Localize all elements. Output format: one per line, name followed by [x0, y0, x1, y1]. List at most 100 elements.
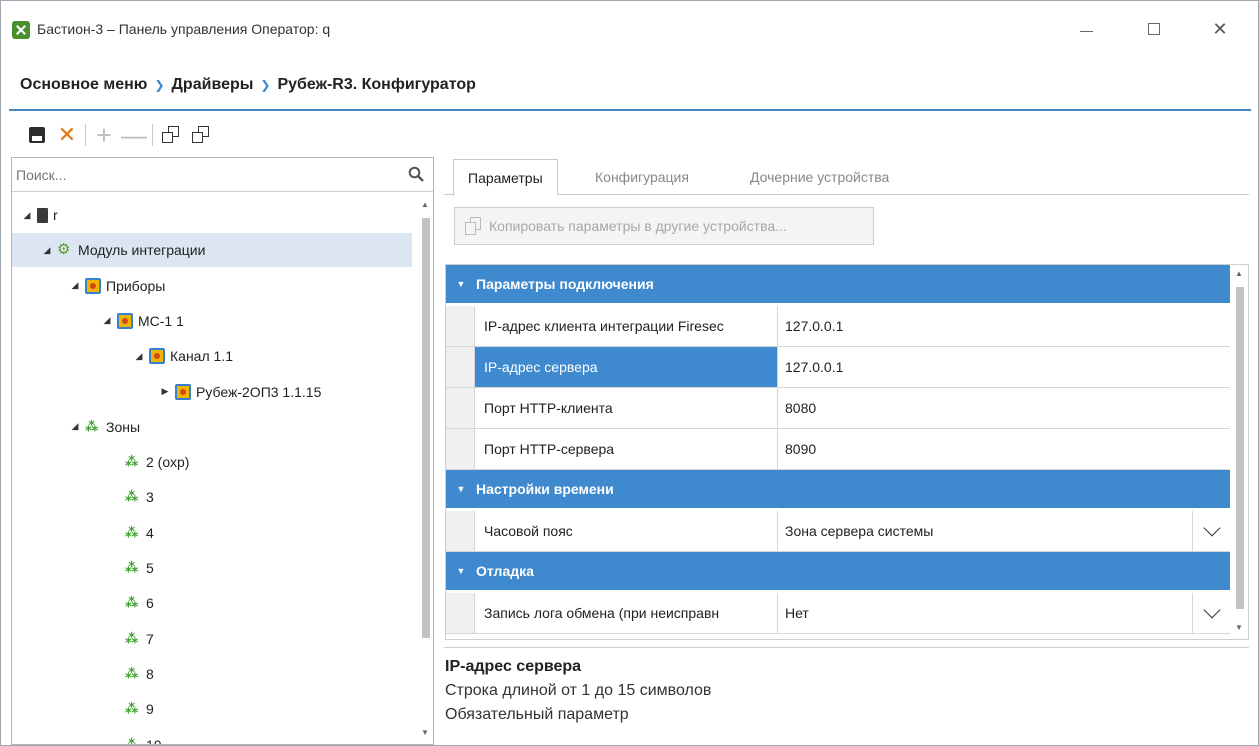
- toolbar-divider: [85, 124, 86, 146]
- minimize-button[interactable]: [1063, 13, 1109, 45]
- tab-configuration[interactable]: Конфигурация: [581, 159, 703, 195]
- search-input[interactable]: [16, 163, 396, 187]
- property-row[interactable]: IP-адрес сервера 127.0.0.1: [446, 347, 1230, 388]
- zone-icon: ⁂: [125, 630, 139, 646]
- minimize-icon: [1079, 30, 1093, 32]
- property-name[interactable]: Порт HTTP-сервера: [475, 429, 778, 469]
- minus-icon: —: [121, 120, 147, 150]
- tree-item[interactable]: ▶ Рубеж-2ОП3 1.1.15: [158, 375, 321, 409]
- tree-item-label: Модуль интеграции: [78, 242, 206, 259]
- property-value: Зона сервера системы: [785, 523, 934, 539]
- property-row[interactable]: Порт HTTP-клиента 8080: [446, 388, 1230, 429]
- tree-item[interactable]: ⁂ 10: [108, 728, 162, 745]
- add-button[interactable]: +: [92, 122, 116, 148]
- scroll-down-icon[interactable]: ▼: [421, 728, 429, 737]
- property-value-input[interactable]: 8080: [778, 388, 1230, 428]
- maximize-button[interactable]: [1131, 13, 1177, 45]
- tree-item-label: 10: [146, 737, 162, 745]
- app-icon: [12, 21, 30, 39]
- breadcrumb-item-drivers[interactable]: Драйверы: [172, 76, 254, 94]
- breadcrumb-item-configurator: Рубеж-R3. Конфигуратор: [277, 76, 476, 93]
- zone-icon: ⁂: [125, 736, 139, 745]
- expand-toggle-icon[interactable]: ◢: [68, 280, 82, 291]
- category-label: Настройки времени: [476, 481, 614, 497]
- copy-parameters-button[interactable]: Копировать параметры в другие устройства…: [454, 207, 874, 245]
- property-row[interactable]: Часовой пояс Зона сервера системы: [446, 511, 1230, 552]
- property-name[interactable]: IP-адрес сервера: [475, 347, 778, 387]
- tree-item-label: 8: [146, 665, 154, 682]
- expand-toggle-icon[interactable]: ◢: [40, 245, 54, 256]
- tree-item[interactable]: ◢ Приборы: [68, 269, 165, 303]
- tab-child-devices[interactable]: Дочерние устройства: [736, 159, 903, 195]
- scroll-down-icon[interactable]: ▼: [1235, 623, 1243, 632]
- tree-item[interactable]: ◢ МС-1 1: [100, 304, 184, 338]
- property-value-input[interactable]: 8090: [778, 429, 1230, 469]
- tree-item[interactable]: ◢ ⁂ Зоны: [68, 410, 141, 444]
- expand-toggle-icon[interactable]: ◢: [100, 315, 114, 326]
- search-icon[interactable]: [408, 166, 424, 182]
- expand-toggle-icon[interactable]: ◢: [132, 351, 146, 362]
- close-button[interactable]: ✕: [1197, 13, 1243, 45]
- device-tree-panel: ◢r◢⚙Модуль интеграции◢Приборы◢МС-1 1◢Кан…: [11, 157, 434, 745]
- property-row[interactable]: Запись лога обмена (при неисправн Нет: [446, 593, 1230, 634]
- duplicate-button[interactable]: [159, 123, 183, 147]
- tree-item-label: 2 (охр): [146, 454, 190, 471]
- tree-item[interactable]: ◢ Канал 1.1: [132, 339, 233, 373]
- grid-scroll-thumb[interactable]: [1236, 287, 1244, 609]
- title-bar[interactable]: Бастион-3 – Панель управления Оператор: …: [1, 1, 1258, 61]
- tree-item[interactable]: ⁂ 4: [108, 516, 154, 550]
- tree-item[interactable]: ◢ ⚙ Модуль интеграции: [12, 233, 412, 268]
- property-value-select[interactable]: Зона сервера системы: [778, 511, 1230, 551]
- tree-item[interactable]: ⁂ 2 (охр): [108, 445, 189, 479]
- collapse-arrow-icon[interactable]: ▼: [446, 484, 476, 494]
- tree-scroll-thumb[interactable]: [422, 218, 430, 638]
- scroll-up-icon[interactable]: ▲: [421, 200, 429, 209]
- property-category[interactable]: ▼ Отладка: [446, 552, 1230, 590]
- tree-item[interactable]: ◢ r: [20, 198, 58, 232]
- property-name[interactable]: Часовой пояс: [475, 511, 778, 551]
- toolbar: ✕ + —: [25, 120, 219, 150]
- collapse-arrow-icon[interactable]: ▼: [446, 279, 476, 289]
- property-name[interactable]: IP-адрес клиента интеграции Firesec: [475, 306, 778, 346]
- expand-toggle-icon[interactable]: ◢: [20, 210, 34, 221]
- property-grid: ▲ ▼ ▼ Параметры подключения IP-адрес клиен…: [445, 264, 1249, 640]
- tree-item[interactable]: ⁂ 8: [108, 657, 154, 691]
- dropdown-button[interactable]: [1192, 511, 1230, 551]
- property-row[interactable]: IP-адрес клиента интеграции Firesec 127.0…: [446, 306, 1230, 347]
- tree-item[interactable]: ⁂ 7: [108, 622, 154, 656]
- tree-scrollbar[interactable]: ▲ ▼: [419, 198, 433, 744]
- tree-item-label: Канал 1.1: [170, 348, 233, 365]
- category-label: Отладка: [476, 563, 534, 579]
- property-value-select[interactable]: Нет: [778, 593, 1230, 633]
- device-icon: [175, 383, 191, 400]
- property-value-input[interactable]: 127.0.0.1: [778, 347, 1230, 387]
- tree-item-label: 7: [146, 630, 154, 647]
- property-value: 127.0.0.1: [785, 359, 844, 375]
- grid-scrollbar[interactable]: ▲ ▼: [1230, 265, 1248, 639]
- delete-button[interactable]: ✕: [55, 123, 79, 147]
- remove-button[interactable]: —: [121, 120, 147, 150]
- scroll-up-icon[interactable]: ▲: [1235, 269, 1243, 278]
- expand-toggle-icon[interactable]: ▶: [158, 386, 172, 397]
- breadcrumb-item-main-menu[interactable]: Основное меню: [20, 76, 147, 94]
- tree-item-label: 3: [146, 489, 154, 506]
- tree-item[interactable]: ⁂ 6: [108, 586, 154, 620]
- collapse-arrow-icon[interactable]: ▼: [446, 566, 476, 576]
- tree-item[interactable]: ⁂ 3: [108, 480, 154, 514]
- property-value-input[interactable]: 127.0.0.1: [778, 306, 1230, 346]
- dropdown-button[interactable]: [1192, 593, 1230, 633]
- save-button[interactable]: [25, 123, 49, 147]
- property-row[interactable]: Порт HTTP-сервера 8090: [446, 429, 1230, 470]
- property-name[interactable]: Запись лога обмена (при неисправн: [475, 593, 778, 633]
- property-name[interactable]: Порт HTTP-клиента: [475, 388, 778, 428]
- zone-icon: ⁂: [125, 524, 139, 540]
- tab-parameters[interactable]: Параметры: [453, 159, 558, 196]
- property-category[interactable]: ▼ Параметры подключения: [446, 265, 1230, 303]
- tree-item[interactable]: ⁂ 9: [108, 692, 154, 726]
- expand-toggle-icon[interactable]: ◢: [68, 421, 82, 432]
- property-value: Нет: [785, 605, 809, 621]
- tree-item[interactable]: ⁂ 5: [108, 551, 154, 585]
- property-category[interactable]: ▼ Настройки времени: [446, 470, 1230, 508]
- duplicate-with-children-button[interactable]: [189, 123, 213, 147]
- zone-icon: ⁂: [85, 418, 99, 434]
